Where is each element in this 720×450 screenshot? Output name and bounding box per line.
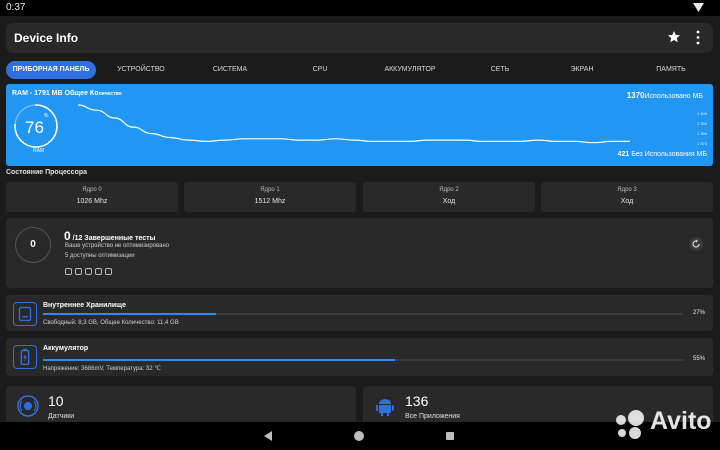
storage-title: Внутреннее Хранилище	[43, 302, 126, 309]
sensors-label: Датчики	[48, 413, 75, 420]
ram-usage-line	[77, 104, 630, 144]
battery-icon	[13, 345, 37, 369]
storage-progress-fill	[43, 313, 216, 315]
avito-watermark: Avito	[612, 405, 712, 443]
ram-y-tick: 1 380	[696, 131, 707, 136]
core-card[interactable]: Ядро 3 Ход	[541, 182, 713, 212]
apps-label: Все Приложения	[405, 413, 460, 420]
ram-y-tick: 1 390	[696, 121, 707, 126]
core-name: Ядро 1	[260, 187, 280, 193]
android-icon	[376, 399, 394, 416]
battery-title: Аккумулятор	[43, 345, 89, 352]
cpu-section-title: Состояние Процессора	[6, 169, 88, 176]
ram-percent-sign: %	[43, 113, 49, 120]
tab-device[interactable]: УСТРОЙСТВО	[100, 61, 182, 79]
battery-percent: 55%	[692, 356, 705, 362]
benchmark-status: Ваше устройство не оптимизировано	[65, 243, 170, 249]
core-value: Ход	[442, 198, 456, 205]
benchmark-count-label: /12 Завершенные тесты	[70, 235, 156, 242]
storage-details: Свободный: 8,3 GB, Общее Количество: 11,…	[43, 320, 179, 326]
ram-percent-value: 76	[25, 118, 44, 137]
core-name: Ядро 3	[617, 187, 637, 193]
storage-icon	[13, 302, 37, 326]
core-value: 1026 Mhz	[76, 198, 108, 205]
recent-apps-icon[interactable]	[446, 432, 454, 440]
battery-card[interactable]: Аккумулятор 55% Напряжение: 3686mV, Темп…	[6, 338, 713, 376]
ram-usage-graph	[77, 104, 630, 144]
ram-title: RAM - 1791 MB Общее Количество	[12, 90, 122, 97]
battery-details: Напряжение: 3686mV, Температура: 32 ℃	[43, 366, 162, 372]
core-value: 1512 Mhz	[254, 198, 286, 205]
ram-used-label: Использовано МБ	[644, 93, 703, 100]
tab-cpu[interactable]: CPU	[290, 61, 350, 79]
app-title: Device Info	[14, 31, 79, 45]
storage-progress-track	[43, 313, 683, 315]
ram-card[interactable]: RAM - 1791 MB Общее Количество 76% RAM 1…	[6, 84, 713, 166]
benchmark-optimizations: 5 доступны оптимизации	[65, 253, 135, 259]
home-icon[interactable]	[354, 431, 364, 441]
avito-logo-icon	[616, 410, 644, 439]
core-name: Ядро 0	[82, 187, 102, 193]
status-bar: 0:37	[0, 0, 720, 16]
benchmark-count-value: 0	[64, 229, 71, 243]
sensors-count: 10	[48, 393, 64, 409]
tab-memory[interactable]: ПАМЯТЬ	[636, 61, 706, 79]
app-window: Device Info ПРИБОРНАЯ ПАНЕЛЬ УСТРОЙСТВО …	[0, 16, 720, 428]
back-icon[interactable]	[264, 431, 272, 441]
ram-title-small: личество	[98, 91, 122, 97]
core-card[interactable]: Ядро 0 1026 Mhz	[6, 182, 178, 212]
more-options-icon[interactable]	[695, 30, 701, 45]
optimization-icons	[65, 262, 125, 275]
storage-card[interactable]: Внутреннее Хранилище 27% Свободный: 8,3 …	[6, 295, 713, 331]
core-card[interactable]: Ядро 1 1512 Mhz	[184, 182, 356, 212]
ram-title-main: RAM - 1791 MB Общее Ко	[12, 90, 99, 97]
core-card[interactable]: Ядро 2 Ход	[363, 182, 535, 212]
star-icon[interactable]	[667, 30, 681, 44]
refresh-icon[interactable]	[689, 237, 703, 251]
core-name: Ядро 2	[439, 187, 459, 193]
battery-progress-fill	[43, 359, 395, 361]
tab-battery[interactable]: АККУМУЛЯТОР	[368, 61, 452, 79]
benchmark-score-circle: 0	[15, 227, 51, 263]
apps-count: 136	[405, 393, 429, 409]
app-bar: Device Info	[6, 23, 713, 53]
ram-free-label: Без Использования МБ	[629, 151, 707, 158]
ram-free: 421 Без Использования МБ	[618, 151, 707, 158]
battery-progress-track	[43, 359, 683, 361]
sensor-icon	[17, 395, 39, 417]
wifi-icon	[693, 3, 704, 12]
ram-percent: 76%	[25, 113, 48, 138]
tab-display[interactable]: ЭКРАН	[552, 61, 612, 79]
cpu-cores: Ядро 0 1026 Mhz Ядро 1 1512 Mhz Ядро 2 Х…	[6, 182, 713, 212]
ram-used: 1370Использовано МБ	[627, 91, 703, 100]
sync-icon	[65, 268, 72, 275]
tab-dashboard[interactable]: ПРИБОРНАЯ ПАНЕЛЬ	[6, 61, 96, 79]
phone-icon	[85, 268, 92, 275]
ram-used-value: 1370	[626, 91, 645, 100]
storage-percent: 27%	[692, 310, 705, 316]
settings-icon	[75, 268, 82, 275]
status-time: 0:37	[6, 2, 26, 13]
benchmark-card[interactable]: 0 0 /12 Завершенные тесты Ваше устройств…	[6, 218, 713, 288]
ram-y-tick: 1 400	[696, 111, 707, 116]
tab-network[interactable]: СЕТЬ	[472, 61, 528, 79]
avito-wordmark: Avito	[650, 407, 712, 435]
grid-icon	[105, 268, 112, 275]
ram-free-value: 421	[617, 151, 630, 158]
battery-small-icon	[95, 268, 102, 275]
tab-system[interactable]: СИСТЕМА	[190, 61, 270, 79]
core-value: Ход	[620, 198, 634, 205]
ram-y-tick: 1 370	[696, 141, 707, 146]
tab-bar: ПРИБОРНАЯ ПАНЕЛЬ УСТРОЙСТВО СИСТЕМА CPU …	[6, 61, 713, 79]
ram-gauge-label: RAM	[33, 148, 45, 154]
